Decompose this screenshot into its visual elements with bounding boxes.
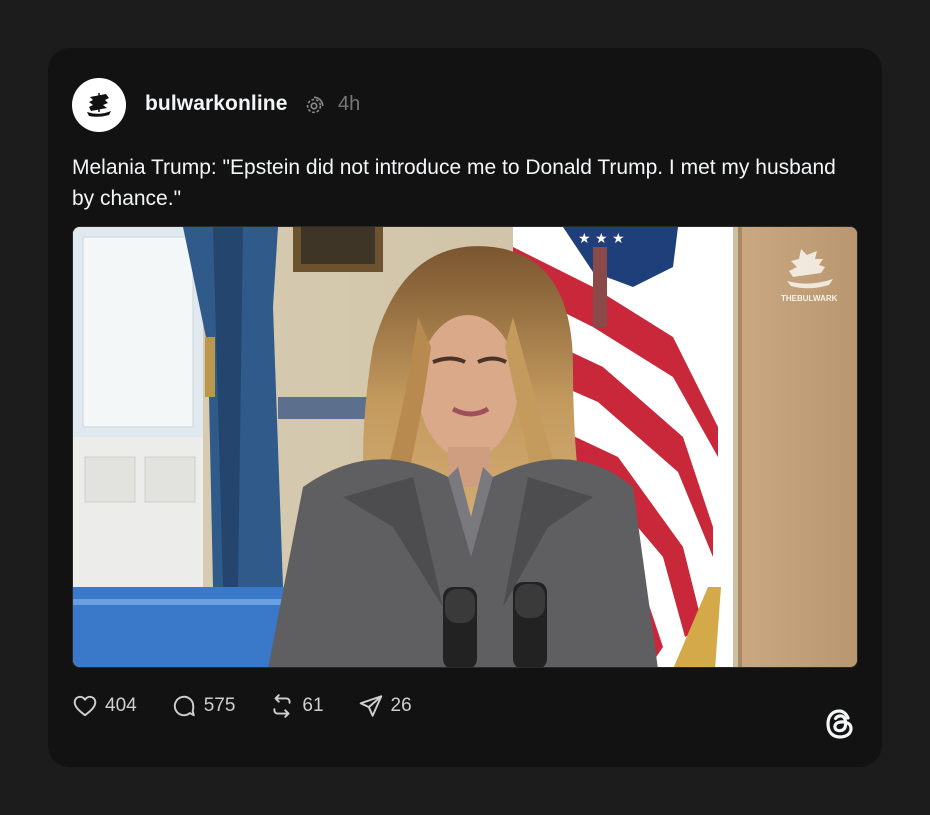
- post-text: Melania Trump: "Epstein did not introduc…: [72, 156, 836, 210]
- send-icon: [359, 695, 382, 717]
- comment-icon: [173, 695, 195, 717]
- like-count: 404: [105, 695, 137, 716]
- reply-count: 575: [203, 695, 236, 716]
- repost-count: 61: [302, 695, 324, 716]
- media-watermark: THEBULWARK: [781, 294, 838, 303]
- reply-button[interactable]: 575: [171, 693, 236, 719]
- svg-text:★ ★ ★: ★ ★ ★: [578, 231, 625, 247]
- ship-logo-icon: [80, 86, 118, 124]
- repost-button[interactable]: 61: [269, 693, 324, 719]
- video-thumbnail[interactable]: ★ ★ ★ THEBULWARK: [72, 226, 858, 668]
- heart-icon: [73, 695, 97, 717]
- username[interactable]: bulwarkonline: [145, 92, 288, 116]
- post-card: bulwarkonline 4h Melania Trump: "Epstein…: [48, 48, 882, 767]
- repost-icon: [273, 694, 291, 718]
- action-bar: 404 575 61 26: [72, 692, 446, 720]
- broadcast-icon: [306, 96, 324, 114]
- avatar[interactable]: [72, 78, 126, 132]
- video-frame: ★ ★ ★ THEBULWARK: [73, 227, 857, 667]
- threads-logo-icon[interactable]: [820, 704, 860, 744]
- post-time: 4h: [338, 93, 361, 115]
- share-count: 26: [390, 695, 412, 716]
- like-button[interactable]: 404: [72, 693, 137, 719]
- share-button[interactable]: 26: [358, 693, 412, 719]
